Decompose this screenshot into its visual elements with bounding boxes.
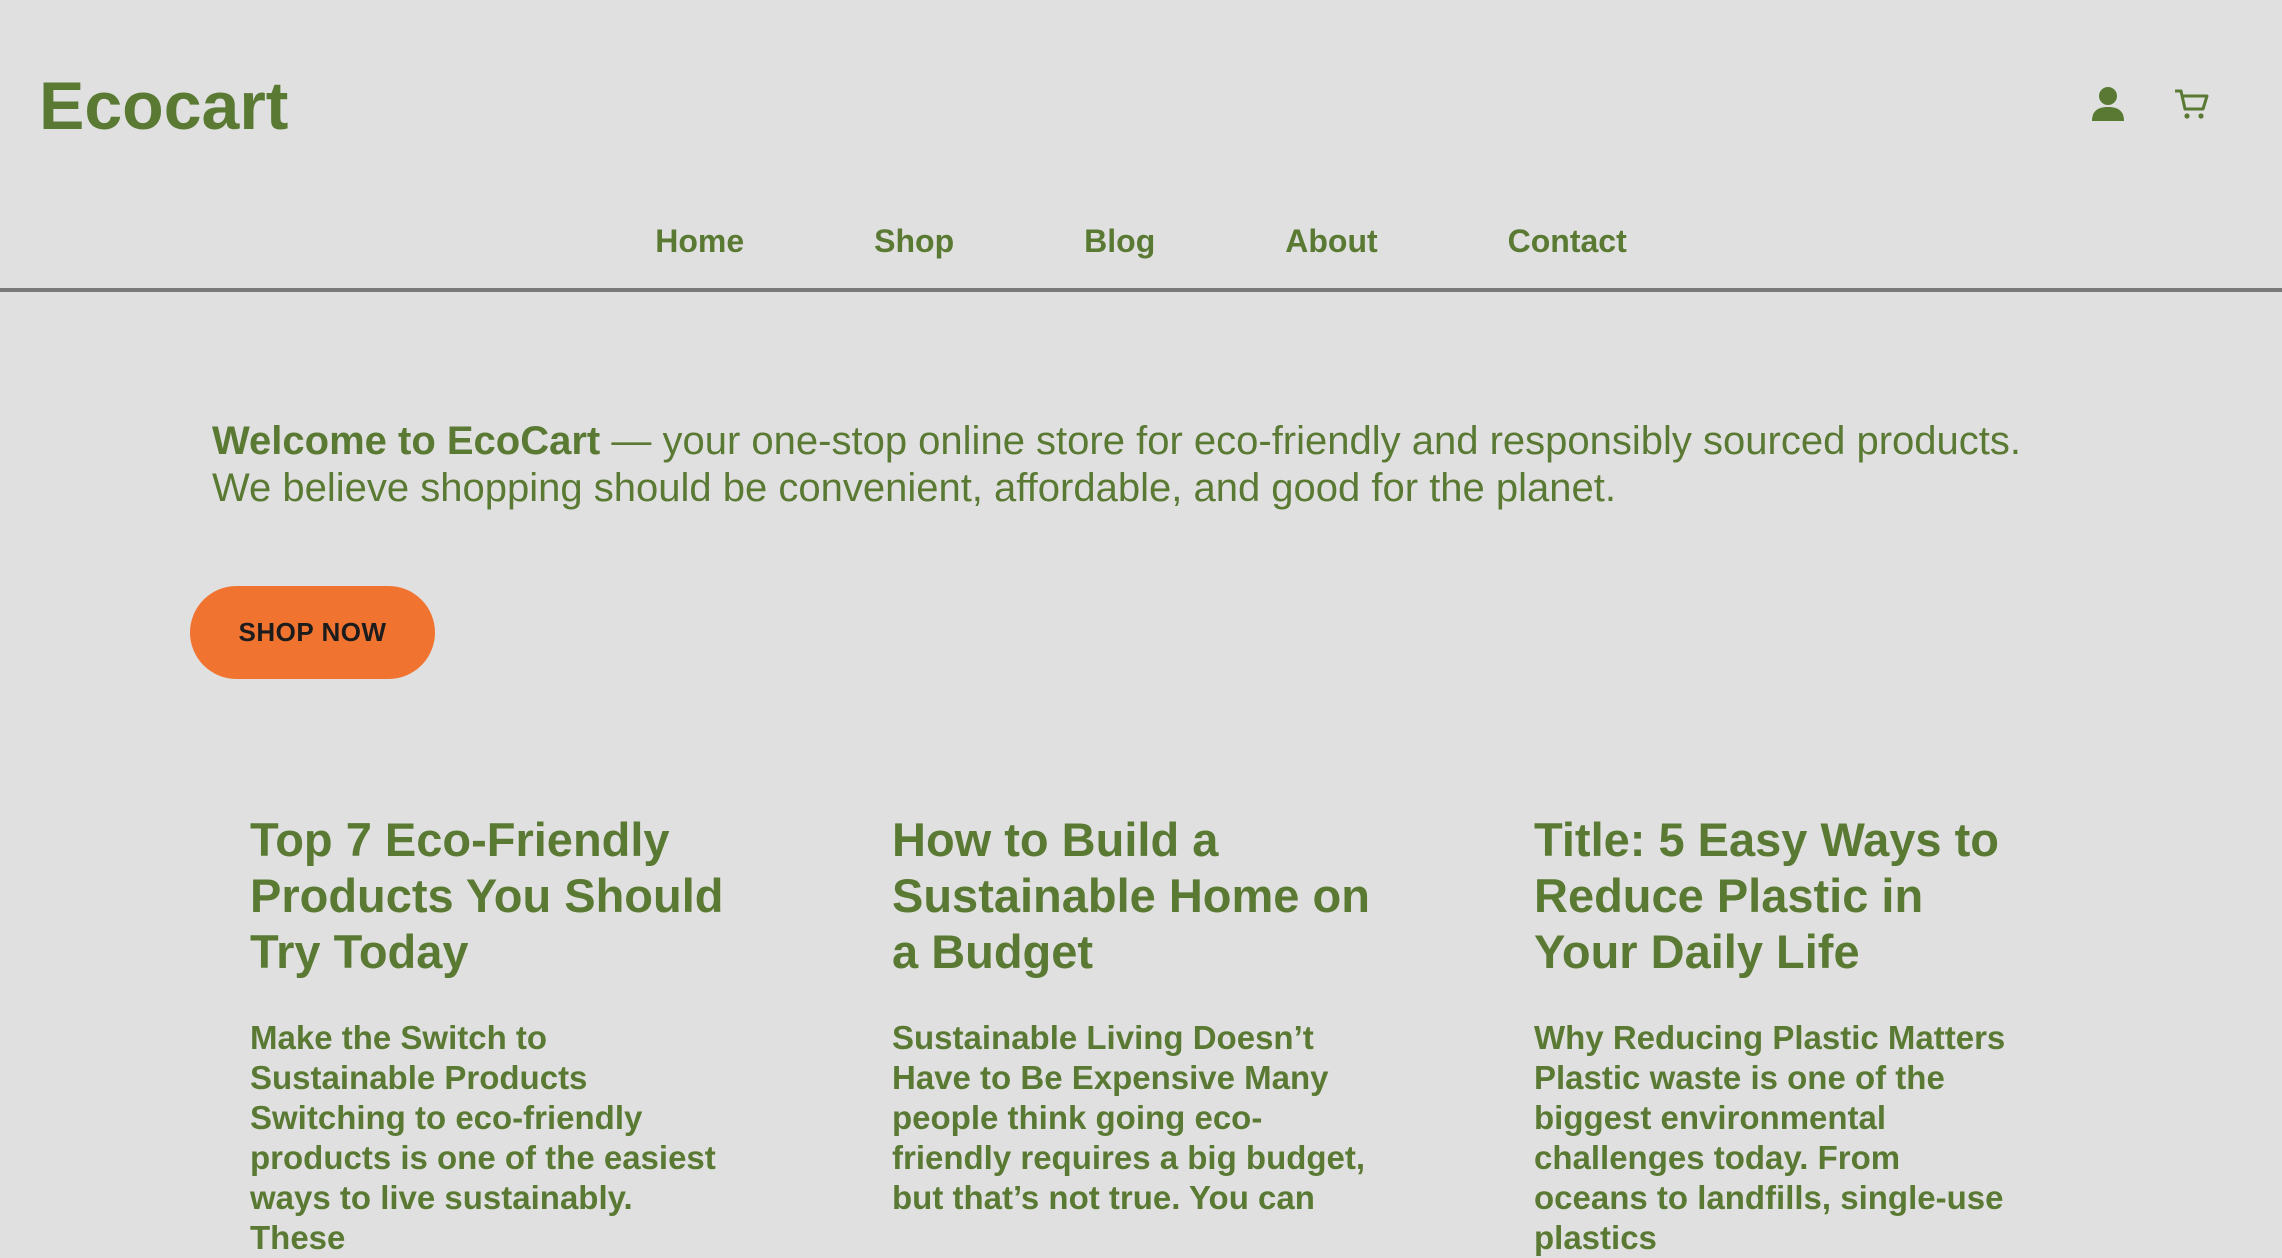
nav-item-about[interactable]: About [1220,218,1442,264]
hero-intro: Welcome to EcoCart — your one-stop onlin… [212,418,2072,512]
hero-bold-text: Welcome to EcoCart [212,419,601,463]
site-logo[interactable]: Ecocart [39,66,288,146]
blog-post-card: Top 7 Eco-Friendly Products You Should T… [250,812,728,1258]
site-header: Ecocart Home Shop Blog About Contact [0,0,2282,292]
user-icon[interactable] [2088,84,2128,124]
post-title[interactable]: How to Build a Sustainable Home on a Bud… [892,812,1370,980]
nav-item-blog[interactable]: Blog [1019,218,1220,264]
post-excerpt: Sustainable Living Doesn’t Have to Be Ex… [892,1019,1366,1216]
post-excerpt: Make the Switch to Sustainable Products … [250,1019,716,1256]
post-excerpt: Why Reducing Plastic Matters Plastic was… [1534,1019,2006,1256]
nav-item-home[interactable]: Home [590,218,809,264]
header-actions [2088,84,2212,124]
main-nav: Home Shop Blog About Contact [0,218,2282,264]
blog-posts: Top 7 Eco-Friendly Products You Should T… [250,812,2012,1258]
blog-post-card: Title: 5 Easy Ways to Reduce Plastic in … [1534,812,2012,1258]
post-title[interactable]: Title: 5 Easy Ways to Reduce Plastic in … [1534,812,2012,980]
post-title[interactable]: Top 7 Eco-Friendly Products You Should T… [250,812,728,980]
nav-item-shop[interactable]: Shop [809,218,1019,264]
blog-post-card: How to Build a Sustainable Home on a Bud… [892,812,1370,1258]
shop-now-button[interactable]: SHOP NOW [190,586,435,679]
cart-icon[interactable] [2172,84,2212,124]
nav-item-contact[interactable]: Contact [1443,218,1692,264]
